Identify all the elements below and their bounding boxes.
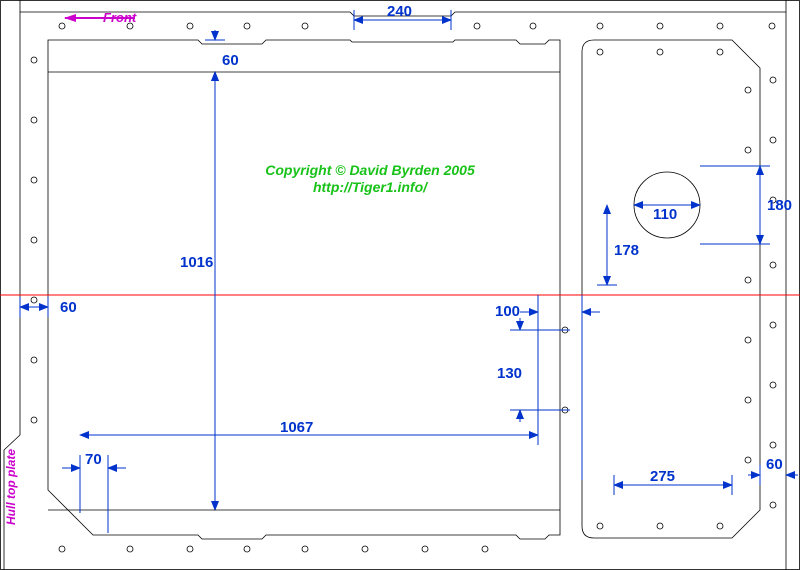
dim-100: 100 bbox=[495, 295, 600, 480]
right-subpanel bbox=[582, 40, 760, 538]
dim-178: 178 bbox=[597, 205, 639, 285]
dim-60-top: 60 bbox=[48, 30, 560, 80]
copyright-line2: http://Tiger1.info/ bbox=[313, 179, 429, 195]
svg-text:60: 60 bbox=[222, 52, 239, 69]
dim-1016: 1016 bbox=[48, 72, 560, 510]
dim-180: 180 bbox=[700, 166, 792, 244]
svg-text:70: 70 bbox=[85, 451, 102, 468]
inner-frame bbox=[48, 40, 560, 539]
svg-text:1016: 1016 bbox=[180, 254, 213, 271]
dim-60-left: 60 bbox=[20, 297, 77, 317]
dim-70: 70 bbox=[62, 451, 126, 533]
svg-text:Front: Front bbox=[103, 10, 137, 25]
svg-text:240: 240 bbox=[387, 3, 412, 20]
copyright-line1: Copyright © David Byrden 2005 bbox=[265, 162, 475, 178]
dim-240: 240 bbox=[354, 3, 451, 30]
svg-text:110: 110 bbox=[653, 206, 677, 223]
svg-text:100: 100 bbox=[495, 303, 520, 320]
dim-130: 130 bbox=[497, 318, 570, 422]
svg-text:275: 275 bbox=[650, 468, 675, 485]
dim-60-right: 60 bbox=[748, 456, 798, 485]
dim-275: 275 bbox=[614, 468, 732, 495]
svg-text:130: 130 bbox=[497, 365, 522, 382]
hull-top-plate-label: Hull top plate bbox=[4, 449, 18, 525]
image-border bbox=[1, 1, 800, 570]
svg-text:1067: 1067 bbox=[280, 419, 313, 436]
svg-text:178: 178 bbox=[614, 242, 639, 259]
svg-text:180: 180 bbox=[767, 197, 792, 214]
hull-diagram: Front Hull top plate Copyright © David B… bbox=[0, 0, 800, 570]
svg-text:60: 60 bbox=[60, 299, 77, 316]
dim-110: 110 bbox=[634, 205, 700, 223]
svg-text:60: 60 bbox=[766, 456, 783, 473]
dim-1067: 1067 bbox=[80, 295, 538, 445]
